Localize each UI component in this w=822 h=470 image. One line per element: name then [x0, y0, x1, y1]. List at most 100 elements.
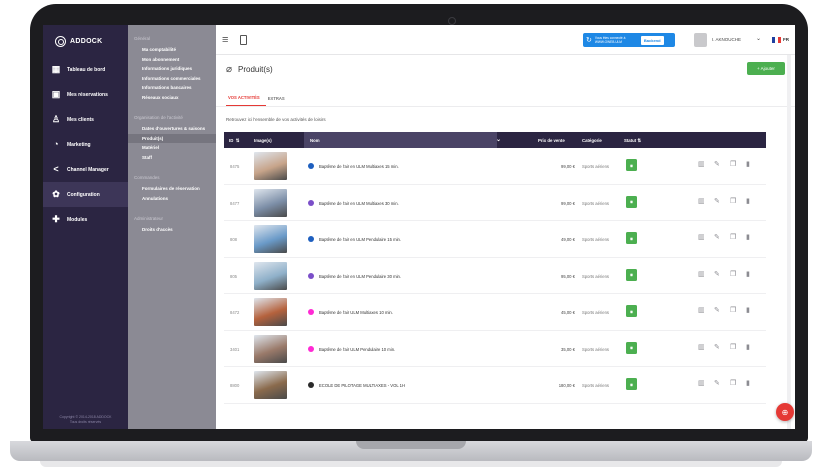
copy-icon[interactable]: ❐	[730, 307, 736, 314]
copy-icon[interactable]: ❐	[730, 161, 736, 168]
cell-name[interactable]: Baptême de l'air ULM Multiaxes 10 min.	[319, 310, 393, 315]
product-thumbnail[interactable]	[254, 371, 287, 399]
mobile-icon[interactable]	[240, 34, 247, 45]
table-row[interactable]: 8477 Baptême de l'air en ULM Multiaxes 30…	[224, 184, 766, 221]
edit-icon[interactable]: ✎	[714, 161, 720, 168]
product-thumbnail[interactable]	[254, 152, 287, 180]
sidebar-item-4[interactable]: < Channel Manager	[43, 157, 128, 182]
table-row[interactable]: 805 Baptême de l'air en ULM Pendulaire 30…	[224, 257, 766, 294]
submenu-item[interactable]: Droits d'accès	[128, 225, 216, 235]
tab-activities[interactable]: VOS ACTIVITÉS	[226, 95, 266, 106]
submenu-item[interactable]: Informations commerciales	[128, 74, 216, 84]
cell-id: 8475	[230, 164, 240, 169]
barcode-icon[interactable]: ▥	[698, 161, 705, 168]
edit-icon[interactable]: ✎	[714, 380, 720, 387]
sidebar-item-5[interactable]: ✿ Configuration	[43, 182, 128, 207]
header-status[interactable]: Statut ⇅	[624, 138, 641, 144]
sidebar-item-2[interactable]: ♙ Mes clients	[43, 107, 128, 132]
submenu-item[interactable]: Réseaux sociaux	[128, 93, 216, 103]
copy-icon[interactable]: ❐	[730, 380, 736, 387]
table-row[interactable]: 808 Baptême de l'air en ULM Pendulaire 15…	[224, 221, 766, 258]
product-thumbnail[interactable]	[254, 188, 287, 217]
status-toggle[interactable]: ◉	[626, 378, 637, 390]
submenu-item[interactable]: Annulations	[128, 194, 216, 204]
trash-icon[interactable]: ▮	[746, 344, 750, 351]
product-thumbnail[interactable]	[254, 225, 287, 253]
status-toggle[interactable]: ◉	[626, 232, 637, 244]
flag-fr-icon[interactable]	[772, 37, 781, 43]
menu-toggle-icon[interactable]: ≡	[222, 34, 234, 46]
submenu-item[interactable]: Staff	[128, 153, 216, 163]
cell-name[interactable]: Baptême de l'air en ULM Multiaxes 15 min…	[319, 164, 399, 169]
cell-name[interactable]: Baptême de l'air ULM Pendulaire 10 min.	[319, 347, 395, 352]
avatar[interactable]	[694, 33, 707, 47]
copy-icon[interactable]: ❐	[730, 271, 736, 278]
brand-logo[interactable]: ADDOCK	[43, 25, 128, 57]
submenu-item[interactable]: Formulaires de réservation	[128, 184, 216, 194]
scrollbar[interactable]	[787, 55, 791, 429]
cell-name[interactable]: Baptême de l'air en ULM Pendulaire 15 mi…	[319, 237, 401, 242]
edit-icon[interactable]: ✎	[714, 234, 720, 241]
trash-icon[interactable]: ▮	[746, 198, 750, 205]
status-toggle[interactable]: ◉	[626, 305, 637, 317]
header-price[interactable]: Prix de vente	[538, 138, 565, 143]
cell-name[interactable]: Baptême de l'air en ULM Multiaxes 30 min…	[319, 201, 399, 206]
sidebar-item-3[interactable]: ◔ Marketing	[43, 132, 128, 157]
header-category[interactable]: Catégorie	[582, 138, 602, 143]
trash-icon[interactable]: ▮	[746, 380, 750, 387]
trash-icon[interactable]: ▮	[746, 234, 750, 241]
barcode-icon[interactable]: ▥	[698, 380, 705, 387]
submenu-item[interactable]: Matériel	[128, 143, 216, 153]
tab-extras[interactable]: EXTRAS	[266, 96, 291, 106]
cell-name[interactable]: ECOLE DE PILOTAGE MULTIAXES - VOL 1H	[319, 383, 405, 388]
status-toggle[interactable]: ◉	[626, 341, 637, 354]
table-row[interactable]: 8800 ECOLE DE PILOTAGE MULTIAXES - VOL 1H…	[224, 367, 766, 404]
submenu-group-general: Général	[134, 36, 151, 41]
status-toggle[interactable]: ◉	[626, 195, 637, 208]
barcode-icon[interactable]: ▥	[698, 234, 705, 241]
copy-icon[interactable]: ❐	[730, 344, 736, 351]
submenu-item[interactable]: Produit(s)	[128, 133, 216, 143]
trash-icon[interactable]: ▮	[746, 161, 750, 168]
submenu-item[interactable]: Informations bancaires	[128, 83, 216, 93]
sidebar-item-6[interactable]: ✚ Modules	[43, 207, 128, 232]
header-id[interactable]: ID ⇅	[229, 138, 239, 144]
status-toggle[interactable]: ◉	[626, 159, 637, 171]
table-row[interactable]: 8472 Baptême de l'air ULM Multiaxes 10 mi…	[224, 294, 766, 331]
trash-icon[interactable]: ▮	[746, 307, 750, 314]
product-thumbnail[interactable]	[254, 261, 287, 290]
chevron-down-icon[interactable]: ⌄	[496, 136, 501, 143]
edit-icon[interactable]: ✎	[714, 307, 720, 314]
copy-icon[interactable]: ❐	[730, 198, 736, 205]
language-selector[interactable]: FR	[783, 37, 789, 42]
help-fab[interactable]: ⊕	[776, 403, 794, 421]
status-toggle[interactable]: ◉	[626, 268, 637, 281]
cell-price: 35,00 €	[561, 346, 575, 352]
edit-icon[interactable]: ✎	[714, 198, 720, 205]
table-row[interactable]: 3401 Baptême de l'air ULM Pendulaire 10 m…	[224, 330, 766, 367]
barcode-icon[interactable]: ▥	[698, 271, 705, 278]
submenu-item[interactable]: Informations juridiques	[128, 64, 216, 74]
cell-price: 45,00 €	[561, 310, 575, 315]
submenu-item[interactable]: Ma comptabilité	[128, 45, 216, 55]
edit-icon[interactable]: ✎	[714, 344, 720, 351]
chevron-down-icon[interactable]: ⌄	[756, 35, 761, 42]
table-row[interactable]: 8475 Baptême de l'air en ULM Multiaxes 15…	[224, 148, 766, 185]
header-name[interactable]: Nom	[310, 138, 320, 143]
barcode-icon[interactable]: ▥	[698, 344, 705, 351]
submenu-item[interactable]: Dates d'ouvertures & saisons	[128, 124, 216, 134]
sidebar-item-0[interactable]: ▦ Tableau de bord	[43, 57, 128, 82]
submenu-item[interactable]: Mon abonnement	[128, 55, 216, 65]
cell-name[interactable]: Baptême de l'air en ULM Pendulaire 30 mi…	[319, 274, 401, 279]
product-thumbnail[interactable]	[254, 298, 287, 326]
product-thumbnail[interactable]	[254, 334, 287, 363]
sidebar-item-1[interactable]: ▣ Mes réservations	[43, 82, 128, 107]
backend-button[interactable]: Backend	[640, 35, 664, 45]
barcode-icon[interactable]: ▥	[698, 307, 705, 314]
add-button[interactable]: + Ajouter	[747, 62, 785, 75]
barcode-icon[interactable]: ▥	[698, 198, 705, 205]
user-name[interactable]: I. AKNOUCHE	[712, 37, 741, 42]
trash-icon[interactable]: ▮	[746, 271, 750, 278]
edit-icon[interactable]: ✎	[714, 271, 720, 278]
copy-icon[interactable]: ❐	[730, 234, 736, 241]
